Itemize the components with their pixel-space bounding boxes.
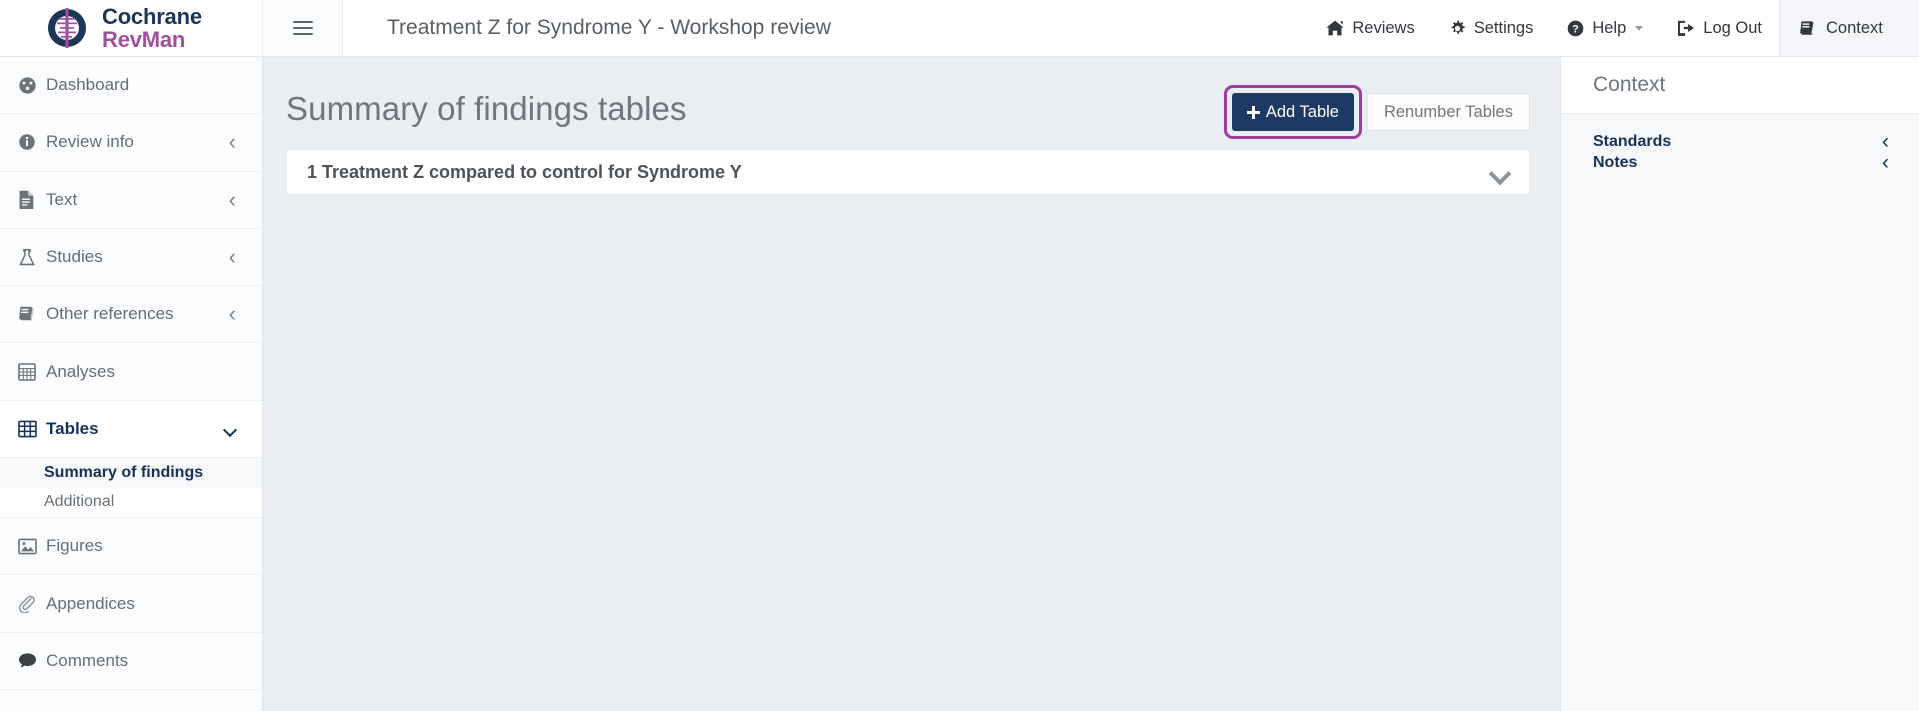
body-container: Dashboard Review info ‹ Text ‹ Studies ‹… [0,57,1919,711]
sidebar-subnav-tables: Summary of findings Additional [0,458,262,519]
context-panel-heading: Context [1561,57,1919,114]
context-item-label: Notes [1593,153,1638,171]
question-circle-icon: ? [1567,20,1584,37]
info-circle-icon [18,133,46,151]
brand-name-line2: RevMan [102,27,186,52]
context-panel: Context Standards ‹ Notes ‹ [1560,57,1919,711]
table-row[interactable]: 1 Treatment Z compared to control for Sy… [286,149,1530,195]
chevron-left-icon: ‹ [1882,151,1889,174]
sidebar-item-summary-of-findings[interactable]: Summary of findings [0,458,262,488]
sidebar-item-review-info[interactable]: Review info [0,114,262,172]
nav-settings[interactable]: Settings [1432,0,1551,56]
content-page-title: Summary of findings tables [286,90,687,127]
summary-of-findings-table-list: 1 Treatment Z compared to control for Sy… [263,139,1560,195]
revman-app-window: Cochrane RevMan Treatment Z for Syndrome… [0,0,1919,711]
hamburger-menu-icon[interactable] [263,0,343,56]
chevron-down-icon [1635,25,1644,31]
gauge-icon [18,76,46,95]
gear-icon [1449,20,1466,37]
sidebar-item-tables[interactable]: Tables [0,400,262,459]
chevron-down-icon [225,425,236,432]
nav-reviews-label: Reviews [1352,18,1415,37]
sign-out-icon [1677,20,1695,36]
chevron-left-icon [229,303,236,325]
sidebar-item-label: Appendices [46,593,135,613]
nav-help-label: Help [1592,18,1627,37]
table-grid-icon [18,420,46,438]
chevron-down-icon[interactable] [1489,165,1511,179]
context-item-standards[interactable]: Standards ‹ [1561,131,1919,152]
sidebar-item-label: Comments [46,650,129,670]
top-navigation: Reviews Settings ? Help Log Out Context [1309,0,1919,56]
comment-bubble-icon [18,652,46,669]
nav-log-out-label: Log Out [1703,18,1762,37]
analyses-grid-icon [18,362,46,381]
sidebar-item-label: Text [46,189,78,209]
top-bar: Cochrane RevMan Treatment Z for Syndrome… [0,0,1919,57]
nav-log-out[interactable]: Log Out [1660,0,1779,56]
nav-reviews[interactable]: Reviews [1309,0,1431,56]
chevron-left-icon [229,246,236,268]
svg-text:?: ? [1573,23,1579,35]
main-content: Summary of findings tables Add Table Ren… [263,57,1560,711]
document-icon [18,190,46,210]
home-icon [1326,20,1344,36]
plus-icon [1246,105,1260,119]
add-table-highlight-ring: Add Table [1223,85,1362,139]
sidebar-item-figures[interactable]: Figures [0,518,262,576]
sidebar-navigation: Dashboard Review info ‹ Text ‹ Studies ‹… [0,57,263,711]
sidebar-item-text[interactable]: Text [0,171,262,229]
sidebar-item-studies[interactable]: Studies [0,228,262,287]
chevron-left-icon [229,131,236,153]
add-table-button[interactable]: Add Table [1231,93,1354,131]
sidebar-item-dashboard[interactable]: Dashboard [0,57,262,115]
nav-help[interactable]: ? Help [1550,0,1660,56]
sidebar-item-analyses[interactable]: Analyses [0,343,262,401]
context-item-label: Standards [1593,132,1672,150]
sidebar-subitem-label: Additional [44,493,115,511]
content-header: Summary of findings tables Add Table Ren… [263,57,1560,139]
chevron-left-icon [229,189,236,211]
brand-name-line1: Cochrane [102,3,202,29]
flask-icon [18,248,46,267]
sidebar-item-label: Analyses [46,361,115,381]
book-icon [18,305,46,323]
context-panel-body: Standards ‹ Notes ‹ [1561,114,1919,173]
sidebar-item-label: Tables [46,418,99,438]
nav-context-label: Context [1826,18,1883,37]
context-item-notes[interactable]: Notes ‹ [1561,152,1919,173]
renumber-tables-button[interactable]: Renumber Tables [1366,93,1530,131]
book-icon [1799,20,1818,37]
paperclip-icon [18,594,46,614]
sidebar-item-label: Studies [46,247,103,267]
sidebar-item-label: Other references [46,304,174,324]
sidebar-item-other-references[interactable]: Other references [0,286,262,344]
cochrane-logo-icon [44,5,90,51]
brand-logo[interactable]: Cochrane RevMan [0,0,263,56]
page-title: Treatment Z for Syndrome Y - Workshop re… [387,16,831,39]
sidebar-item-comments[interactable]: Comments [0,632,262,690]
add-table-label: Add Table [1265,102,1339,121]
table-title: 1 Treatment Z compared to control for Sy… [307,161,742,182]
sidebar-item-appendices[interactable]: Appendices [0,575,262,633]
sidebar-item-label: Dashboard [46,75,130,95]
chevron-left-icon: ‹ [1882,130,1889,153]
header-actions: Add Table Renumber Tables [1223,85,1530,139]
nav-settings-label: Settings [1473,18,1534,37]
sidebar-subitem-label: Summary of findings [44,463,204,481]
sidebar-item-label: Review info [46,132,134,152]
sidebar-item-label: Figures [46,536,103,556]
sidebar-item-additional[interactable]: Additional [0,487,262,518]
image-icon [18,538,46,555]
nav-context[interactable]: Context [1779,0,1919,56]
